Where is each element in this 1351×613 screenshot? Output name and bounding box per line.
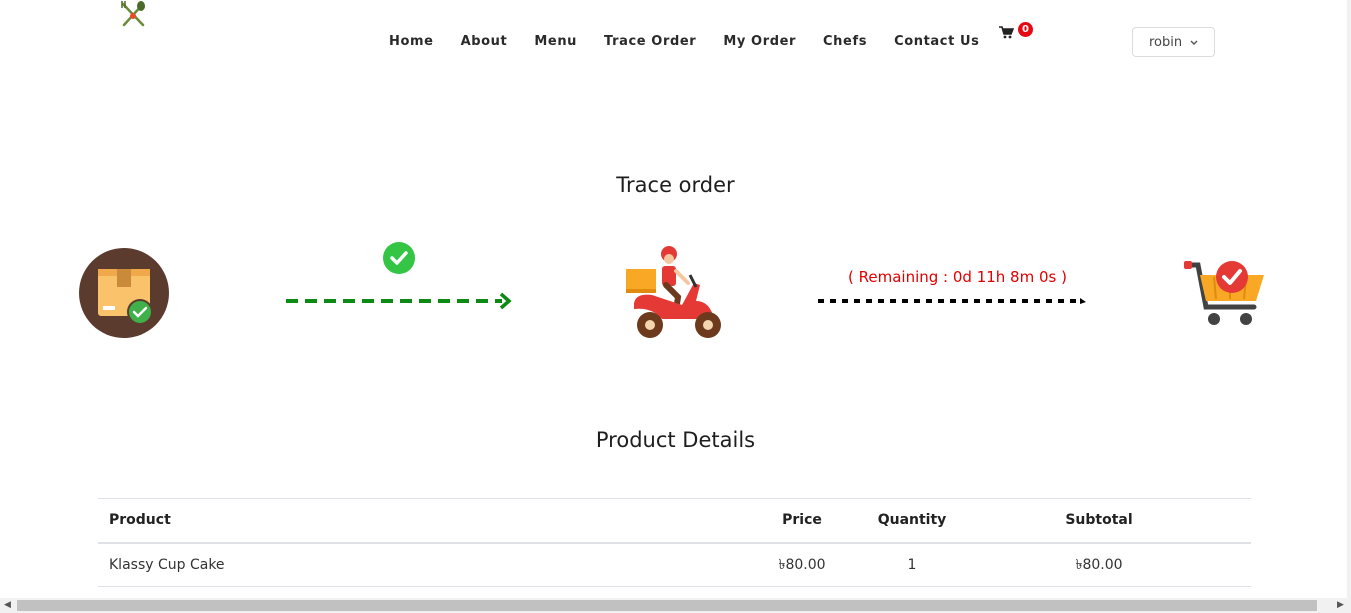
step-complete-check-icon bbox=[383, 242, 415, 274]
cart-count-badge: 0 bbox=[1018, 22, 1033, 37]
remaining-time-text: ( Remaining : 0d 11h 8m 0s ) bbox=[848, 268, 1067, 286]
horizontal-scrollbar-thumb[interactable] bbox=[17, 600, 1317, 611]
logo[interactable] bbox=[119, 0, 149, 28]
column-header-quantity: Quantity bbox=[877, 498, 947, 544]
product-details-table: Product Price Quantity Subtotal Klassy C… bbox=[98, 498, 1251, 587]
delivery-scooter-icon bbox=[622, 245, 728, 341]
column-header-subtotal: Subtotal bbox=[947, 498, 1251, 544]
quantity-cell: 1 bbox=[877, 542, 947, 587]
order-confirmed-box-icon bbox=[79, 248, 169, 338]
progress-arrow-complete bbox=[286, 290, 516, 312]
shopping-cart-icon bbox=[999, 24, 1015, 43]
column-header-price: Price bbox=[727, 498, 877, 544]
trace-order-heading: Trace order bbox=[616, 173, 735, 197]
product-name-cell: Klassy Cup Cake bbox=[98, 542, 727, 587]
horizontal-scrollbar[interactable]: ◀ ▶ bbox=[0, 598, 1351, 613]
column-header-product: Product bbox=[98, 498, 727, 544]
nav-home[interactable]: Home bbox=[389, 32, 434, 52]
nav-trace-order[interactable]: Trace Order bbox=[604, 32, 696, 52]
scroll-left-icon[interactable]: ◀ bbox=[4, 600, 11, 611]
price-cell: ৳80.00 bbox=[727, 542, 877, 587]
nav-menu[interactable]: Menu bbox=[534, 32, 577, 52]
table-header-row: Product Price Quantity Subtotal bbox=[98, 498, 1251, 544]
nav-my-order[interactable]: My Order bbox=[723, 32, 796, 52]
vertical-scrollbar[interactable] bbox=[1347, 0, 1351, 598]
scroll-right-icon[interactable]: ▶ bbox=[1337, 600, 1344, 611]
user-name: robin bbox=[1148, 34, 1183, 50]
cart-button[interactable]: 0 bbox=[999, 22, 1039, 44]
nav-contact-us[interactable]: Contact Us bbox=[894, 32, 979, 52]
subtotal-cell: ৳80.00 bbox=[947, 542, 1251, 587]
main-nav: Home About Menu Trace Order My Order Che… bbox=[389, 32, 1007, 52]
table-row: Klassy Cup Cake ৳80.00 1 ৳80.00 bbox=[98, 542, 1251, 587]
product-details-heading: Product Details bbox=[595, 428, 756, 452]
progress-arrow-pending bbox=[818, 292, 1088, 304]
user-menu-dropdown[interactable]: robin bbox=[1132, 27, 1215, 57]
chevron-down-icon bbox=[1190, 35, 1198, 50]
nav-about[interactable]: About bbox=[461, 32, 508, 52]
delivered-cart-icon bbox=[1183, 259, 1266, 327]
nav-chefs[interactable]: Chefs bbox=[823, 32, 867, 52]
